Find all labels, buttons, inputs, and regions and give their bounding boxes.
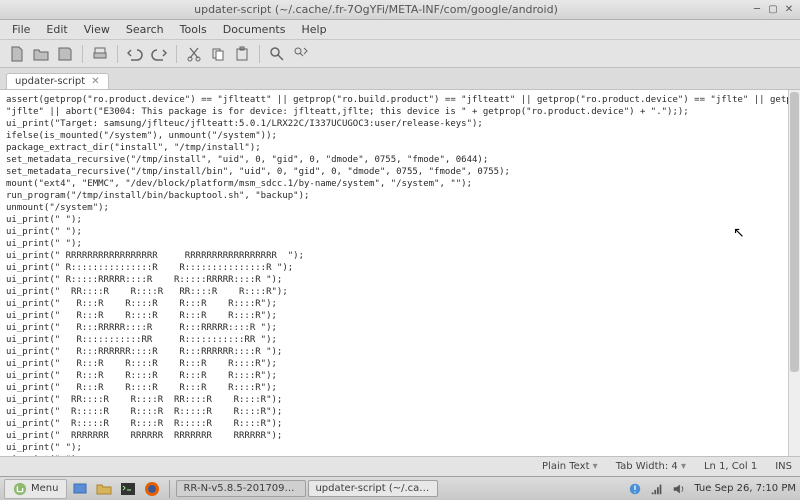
toolbar-separator: [82, 45, 83, 63]
menu-help[interactable]: Help: [293, 21, 334, 38]
close-button[interactable]: ✕: [782, 3, 796, 17]
status-bar: Plain Text Tab Width: 4 Ln 1, Col 1 INS: [0, 456, 800, 476]
new-file-button[interactable]: [6, 43, 28, 65]
toolbar: [0, 40, 800, 68]
find-button[interactable]: [266, 43, 288, 65]
undo-button[interactable]: [124, 43, 146, 65]
taskbar-separator: [169, 480, 170, 498]
toolbar-separator: [117, 45, 118, 63]
editor-area: assert(getprop("ro.product.device") == "…: [0, 90, 800, 456]
start-menu-button[interactable]: Menu: [4, 479, 67, 499]
window-title: updater-script (~/.cache/.fr-7OgYFi/META…: [4, 3, 748, 16]
menu-file[interactable]: File: [4, 21, 38, 38]
paste-button[interactable]: [231, 43, 253, 65]
menu-documents[interactable]: Documents: [215, 21, 294, 38]
system-tray: Tue Sep 26, 7:10 PM: [628, 482, 796, 496]
firefox-launcher[interactable]: [141, 478, 163, 500]
print-button[interactable]: [89, 43, 111, 65]
menu-bar: File Edit View Search Tools Documents He…: [0, 20, 800, 40]
menu-view[interactable]: View: [76, 21, 118, 38]
tab-label: updater-script: [15, 76, 85, 87]
open-file-button[interactable]: [30, 43, 52, 65]
cut-button[interactable]: [183, 43, 205, 65]
file-manager-launcher[interactable]: [93, 478, 115, 500]
mint-logo-icon: [13, 482, 27, 496]
taskbar-item-editor[interactable]: updater-script (~/.cac...: [308, 480, 438, 497]
scrollbar-thumb[interactable]: [790, 92, 799, 372]
redo-button[interactable]: [148, 43, 170, 65]
taskbar-item-archive[interactable]: RR-N-v5.8.5-2017092...: [176, 480, 306, 497]
tab-width[interactable]: Tab Width: 4: [616, 461, 686, 472]
menu-edit[interactable]: Edit: [38, 21, 75, 38]
maximize-button[interactable]: ▢: [766, 3, 780, 17]
syntax-mode[interactable]: Plain Text: [542, 461, 598, 472]
volume-icon[interactable]: [672, 482, 686, 496]
show-desktop-button[interactable]: [69, 478, 91, 500]
title-bar: updater-script (~/.cache/.fr-7OgYFi/META…: [0, 0, 800, 20]
tab-updater-script[interactable]: updater-script ✕: [6, 73, 109, 89]
clock[interactable]: Tue Sep 26, 7:10 PM: [694, 483, 796, 494]
toolbar-separator: [259, 45, 260, 63]
start-menu-label: Menu: [31, 483, 58, 494]
tab-close-icon[interactable]: ✕: [91, 76, 99, 87]
network-icon[interactable]: [650, 482, 664, 496]
copy-button[interactable]: [207, 43, 229, 65]
terminal-launcher[interactable]: [117, 478, 139, 500]
cursor-position: Ln 1, Col 1: [704, 461, 757, 472]
save-button[interactable]: [54, 43, 76, 65]
tab-strip: updater-script ✕: [0, 68, 800, 90]
update-icon[interactable]: [628, 482, 642, 496]
menu-search[interactable]: Search: [118, 21, 172, 38]
menu-tools[interactable]: Tools: [172, 21, 215, 38]
minimize-button[interactable]: ─: [750, 3, 764, 17]
find-replace-button[interactable]: [290, 43, 312, 65]
vertical-scrollbar[interactable]: [788, 90, 800, 456]
code-editor[interactable]: assert(getprop("ro.product.device") == "…: [0, 90, 788, 456]
insert-mode[interactable]: INS: [775, 461, 792, 472]
toolbar-separator: [176, 45, 177, 63]
desktop-taskbar: Menu RR-N-v5.8.5-2017092... updater-scri…: [0, 476, 800, 500]
